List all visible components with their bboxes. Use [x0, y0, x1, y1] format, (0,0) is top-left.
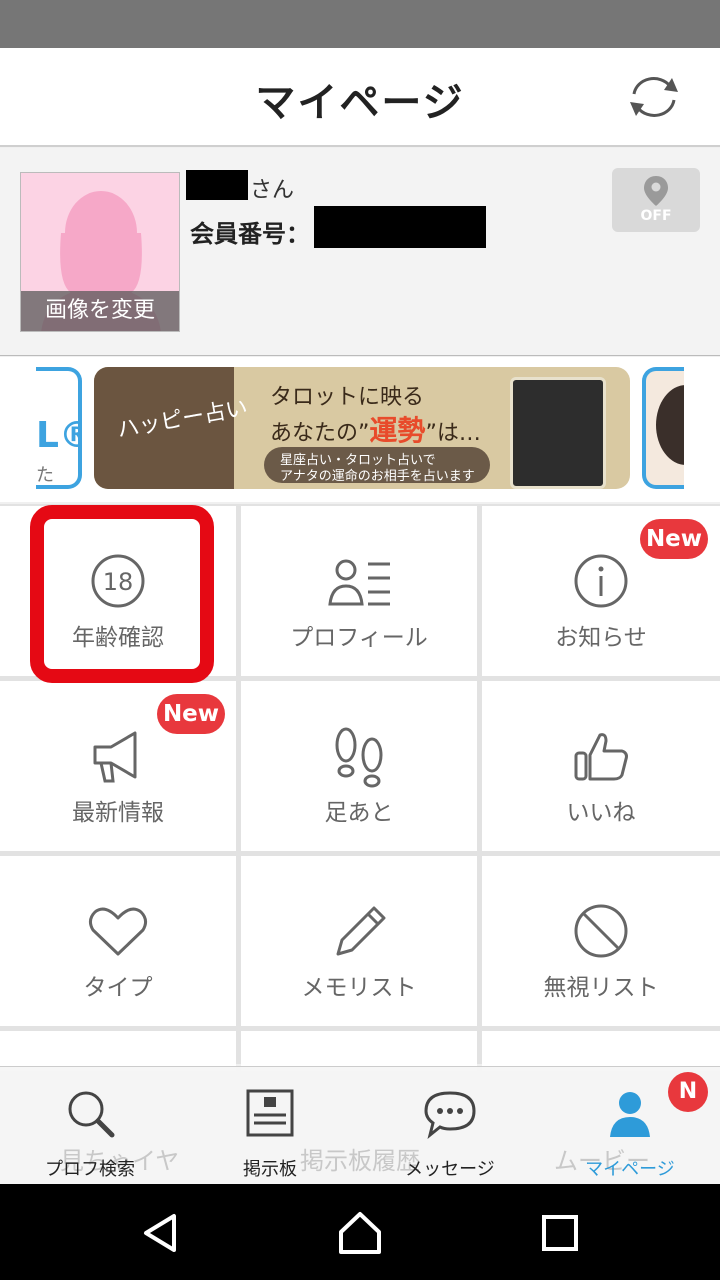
refresh-icon[interactable]	[624, 72, 684, 122]
recents-icon[interactable]	[535, 1208, 585, 1258]
redacted-member-number	[314, 206, 486, 248]
banner-line1: タロットに映る	[270, 385, 425, 410]
menu-item-hidden-2[interactable]	[241, 1031, 477, 1071]
change-image-button[interactable]: 画像を変更	[21, 291, 179, 331]
thumbs-up-icon	[574, 733, 628, 781]
pencil-icon	[336, 906, 386, 956]
banner-highlight: 運勢	[369, 414, 426, 447]
location-toggle-label: OFF	[640, 208, 672, 224]
tab-messages[interactable]: メッセージ	[360, 1067, 540, 1185]
home-icon[interactable]	[335, 1208, 385, 1258]
banner-line2-prefix: あなたの	[270, 421, 359, 446]
tab-label: マイページ	[585, 1159, 675, 1180]
location-toggle[interactable]: OFF	[612, 168, 700, 232]
bottom-tab-bar: 見ちゃイヤ 掲示板履歴 ムービー プロフ検索 掲示板 メッセージ マイページ	[0, 1066, 720, 1184]
tarot-card-image	[510, 377, 606, 489]
location-pin-icon	[644, 176, 668, 206]
header: マイページ	[0, 48, 720, 147]
board-icon	[246, 1089, 294, 1137]
menu-label: プロフィール	[290, 625, 428, 651]
tab-profile-search[interactable]: プロフ検索	[0, 1067, 180, 1185]
page-title: マイページ	[255, 80, 465, 126]
tab-label: プロフ検索	[45, 1159, 135, 1180]
menu-item-memo-list[interactable]: メモリスト	[241, 856, 477, 1026]
banner-line2-suffix: は…	[436, 421, 481, 446]
menu-label: 無視リスト	[543, 975, 659, 1001]
redacted-name	[186, 170, 248, 200]
banner-sub2: アナタの運命のお相手を占います	[280, 469, 475, 484]
new-badge: New	[157, 694, 225, 734]
back-icon[interactable]	[136, 1208, 186, 1258]
banner-right-partial[interactable]	[642, 367, 684, 489]
member-number-label: 会員番号：	[190, 220, 310, 248]
menu-label: お知らせ	[555, 625, 647, 651]
menu-item-ignore-list[interactable]: 無視リスト	[482, 856, 720, 1026]
banner-carousel[interactable]: L® た ハッピー占い タロットに映る あなたの”運勢”は… 星座占い・タロット…	[0, 357, 720, 502]
search-icon	[68, 1091, 115, 1138]
menu-item-hidden-1[interactable]	[0, 1031, 236, 1071]
menu-label: いいね	[566, 800, 636, 826]
menu-item-profile[interactable]: プロフィール	[241, 506, 477, 676]
banner-left-subtext: た	[36, 465, 54, 486]
menu-label: 足あと	[324, 800, 394, 826]
status-bar	[0, 0, 720, 48]
menu-label: 最新情報	[72, 800, 164, 826]
new-badge: New	[640, 519, 708, 559]
name-suffix: さん	[250, 178, 295, 203]
banner-fortune[interactable]: ハッピー占い タロットに映る あなたの”運勢”は… 星座占い・タロット占いで ア…	[94, 367, 630, 489]
banner-left-partial[interactable]: L® た	[36, 367, 82, 489]
banner-line2: あなたの”運勢”は…	[270, 414, 481, 447]
person-icon	[610, 1092, 650, 1137]
megaphone-icon	[93, 731, 137, 783]
menu-item-type[interactable]: タイプ	[0, 856, 236, 1026]
tab-label: 掲示板	[243, 1159, 297, 1180]
menu-label: タイプ	[83, 975, 153, 1001]
footprints-icon	[335, 727, 383, 788]
notification-badge: N	[668, 1072, 708, 1112]
heart-icon	[88, 907, 148, 956]
highlight-annotation	[30, 505, 214, 683]
banner-left-text: L®	[36, 415, 78, 456]
android-nav-bar	[0, 1184, 720, 1280]
banner-right-photo	[656, 385, 684, 465]
menu-item-likes[interactable]: いいね	[482, 681, 720, 851]
menu-label: メモリスト	[301, 975, 417, 1001]
chat-icon	[424, 1091, 476, 1139]
menu-item-footprints[interactable]: 足あと	[241, 681, 477, 851]
profile-list-icon	[328, 559, 390, 606]
info-icon	[574, 554, 628, 608]
block-icon	[574, 904, 628, 958]
avatar[interactable]: 画像を変更	[20, 172, 180, 332]
menu-item-hidden-3[interactable]	[482, 1031, 720, 1071]
tab-label: メッセージ	[405, 1159, 495, 1180]
tab-board[interactable]: 掲示板	[180, 1067, 360, 1185]
